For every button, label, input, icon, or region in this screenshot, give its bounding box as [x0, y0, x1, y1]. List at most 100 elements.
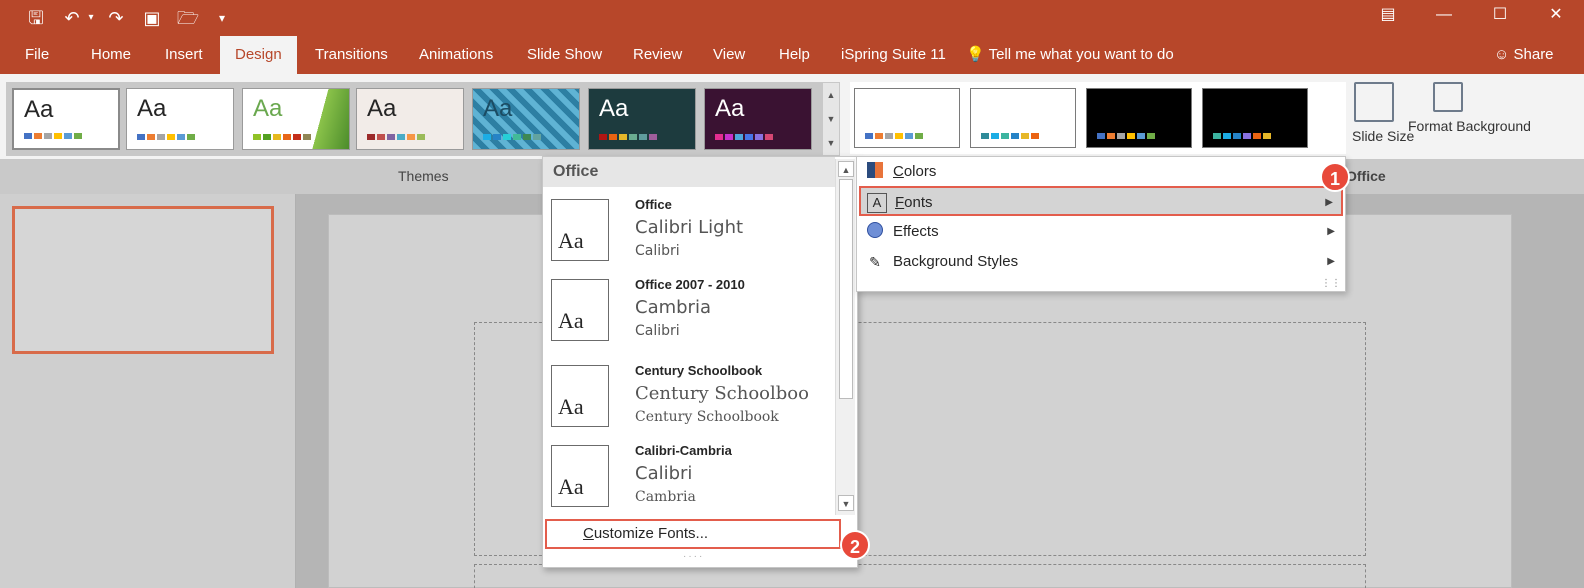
share-button[interactable]: ☺ Share — [1494, 36, 1554, 74]
fonts-dropdown: Office Aa Office Calibri Light Calibri A… — [542, 156, 858, 568]
font-sample-box: Aa — [551, 279, 609, 341]
background-styles-label: Background Styles — [893, 253, 1019, 270]
theme-ion[interactable]: Aa — [472, 88, 580, 150]
scroll-up-icon[interactable]: ▲ — [823, 83, 839, 107]
menu-item-fonts[interactable]: A Fonts ▶ — [859, 186, 1343, 216]
format-background-label: Format Background — [1408, 118, 1531, 134]
lightbulb-icon: 💡 — [966, 46, 985, 63]
colors-label: olors — [903, 163, 937, 180]
slide-size-label: Slide Size — [1352, 128, 1415, 144]
menu-item-background-styles[interactable]: ✎ Background Styles ▶ — [859, 247, 1343, 277]
theme-office-2[interactable]: Aa — [126, 88, 234, 150]
tab-animations[interactable]: Animations — [404, 36, 508, 74]
more-icon[interactable]: ▼ — [823, 131, 839, 155]
person-icon: ☺ — [1494, 46, 1510, 63]
resize-grip-icon[interactable]: ⋮⋮ — [1321, 278, 1341, 289]
tab-transitions[interactable]: Transitions — [300, 36, 403, 74]
tab-home[interactable]: Home — [76, 36, 146, 74]
font-item-body: Calibri — [635, 243, 680, 259]
theme-sample: Aa — [599, 95, 629, 122]
undo-icon[interactable]: ↶ — [60, 5, 84, 31]
theme-ion-boardroom[interactable]: Aa — [588, 88, 696, 150]
theme-organic[interactable]: Aa — [704, 88, 812, 150]
font-item-body: Century Schoolbook — [635, 409, 779, 425]
font-sample-box: Aa — [551, 445, 609, 507]
customize-fonts-accelerator: C — [583, 525, 594, 542]
ribbon-tabs: File Home Insert Design Transitions Anim… — [0, 36, 1584, 74]
minimize-icon[interactable]: — — [1416, 0, 1472, 30]
fonts-section-header: Office — [543, 157, 835, 187]
themes-gallery: Aa Aa Aa Aa Aa Aa Aa — [6, 82, 828, 156]
theme-swatches — [137, 134, 195, 140]
tab-slide-show[interactable]: Slide Show — [512, 36, 617, 74]
title-bar: 🖫 ↶ ▾ ↷ ▣ 🗁 ▾ ▤ — ☐ ✕ — [0, 0, 1584, 36]
theme-office[interactable]: Aa — [12, 88, 120, 150]
background-styles-icon: ✎ — [869, 254, 881, 270]
font-item-heading: Cambria — [635, 297, 711, 318]
font-item-century-schoolbook[interactable]: Aa Century Schoolbook Century Schoolboo … — [543, 361, 835, 443]
variant-2[interactable] — [970, 88, 1076, 148]
tab-file[interactable]: File — [10, 36, 64, 74]
resize-grip-icon[interactable]: ···· — [683, 551, 704, 562]
theme-swatches — [483, 134, 541, 140]
tab-ispring[interactable]: iSpring Suite 11 — [826, 36, 961, 74]
tab-insert[interactable]: Insert — [150, 36, 218, 74]
theme-facet[interactable]: Aa — [242, 88, 350, 150]
customize-fonts-item[interactable]: Customize Fonts... — [545, 519, 841, 549]
ribbon: Aa Aa Aa Aa Aa Aa Aa ▲ ▼ ▼ Slide Size Fo… — [0, 74, 1584, 160]
theme-sample: Aa — [137, 95, 167, 122]
save-icon[interactable]: 🖫 — [24, 5, 48, 31]
theme-sample: Aa — [715, 95, 745, 122]
scroll-down-icon[interactable]: ▼ — [838, 495, 854, 511]
font-item-name: Century Schoolbook — [635, 363, 763, 378]
redo-icon[interactable]: ↷ — [104, 5, 128, 31]
font-item-name: Office 2007 - 2010 — [635, 277, 745, 292]
effects-icon — [865, 222, 885, 242]
slide-size-button[interactable]: Slide Size — [1352, 82, 1415, 144]
scroll-down-icon[interactable]: ▼ — [823, 107, 839, 131]
tab-view[interactable]: View — [698, 36, 760, 74]
scrollbar-thumb[interactable] — [839, 179, 853, 399]
slide-thumbnail[interactable] — [12, 206, 274, 354]
font-sample-box: Aa — [551, 199, 609, 261]
variant-4[interactable] — [1202, 88, 1308, 148]
themes-scroll[interactable]: ▲ ▼ ▼ — [822, 82, 840, 156]
format-background-button[interactable]: Format Background — [1408, 82, 1531, 134]
fonts-scrollbar[interactable]: ▲ ▼ — [835, 159, 855, 515]
tell-me-search[interactable]: 💡 Tell me what you want to do — [966, 36, 1174, 74]
font-sample-box: Aa — [551, 365, 609, 427]
font-sample-text: Aa — [558, 308, 584, 333]
theme-gallery[interactable]: Aa — [356, 88, 464, 150]
font-sample-text: Aa — [558, 474, 584, 499]
font-item-body: Cambria — [635, 489, 696, 505]
submenu-arrow-icon: ▶ — [1325, 197, 1333, 208]
theme-sample: Aa — [24, 96, 54, 123]
customize-qat-icon[interactable]: ▾ — [212, 5, 232, 31]
menu-item-colors[interactable]: Colors — [859, 157, 1343, 187]
open-folder-icon[interactable]: 🗁 — [176, 5, 200, 31]
font-item-calibri-cambria[interactable]: Aa Calibri-Cambria Calibri Cambria — [543, 441, 835, 523]
tab-review[interactable]: Review — [618, 36, 697, 74]
variant-swatches — [981, 133, 1039, 139]
font-item-office-2007[interactable]: Aa Office 2007 - 2010 Cambria Calibri — [543, 275, 835, 357]
variants-more-menu: Colors A Fonts ▶ Effects ▶ ✎ Background … — [856, 156, 1346, 292]
scroll-up-icon[interactable]: ▲ — [838, 161, 854, 177]
ribbon-display-icon[interactable]: ▤ — [1360, 0, 1416, 30]
fonts-accelerator: F — [895, 194, 905, 211]
step-badge-1: 1 — [1320, 162, 1350, 192]
font-item-office[interactable]: Aa Office Calibri Light Calibri — [543, 195, 835, 277]
variant-3[interactable] — [1086, 88, 1192, 148]
variants-gallery — [850, 82, 1346, 154]
variant-swatches — [865, 133, 923, 139]
present-icon[interactable]: ▣ — [140, 5, 164, 31]
undo-dropdown-icon[interactable]: ▾ — [84, 5, 98, 31]
maximize-icon[interactable]: ☐ — [1472, 0, 1528, 30]
font-item-heading: Calibri — [635, 463, 693, 484]
tab-help[interactable]: Help — [764, 36, 825, 74]
menu-item-effects[interactable]: Effects ▶ — [859, 217, 1343, 247]
variant-1[interactable] — [854, 88, 960, 148]
close-icon[interactable]: ✕ — [1528, 0, 1584, 30]
slide-size-icon — [1354, 82, 1394, 122]
theme-swatches — [253, 134, 311, 140]
tab-design[interactable]: Design — [220, 36, 297, 74]
